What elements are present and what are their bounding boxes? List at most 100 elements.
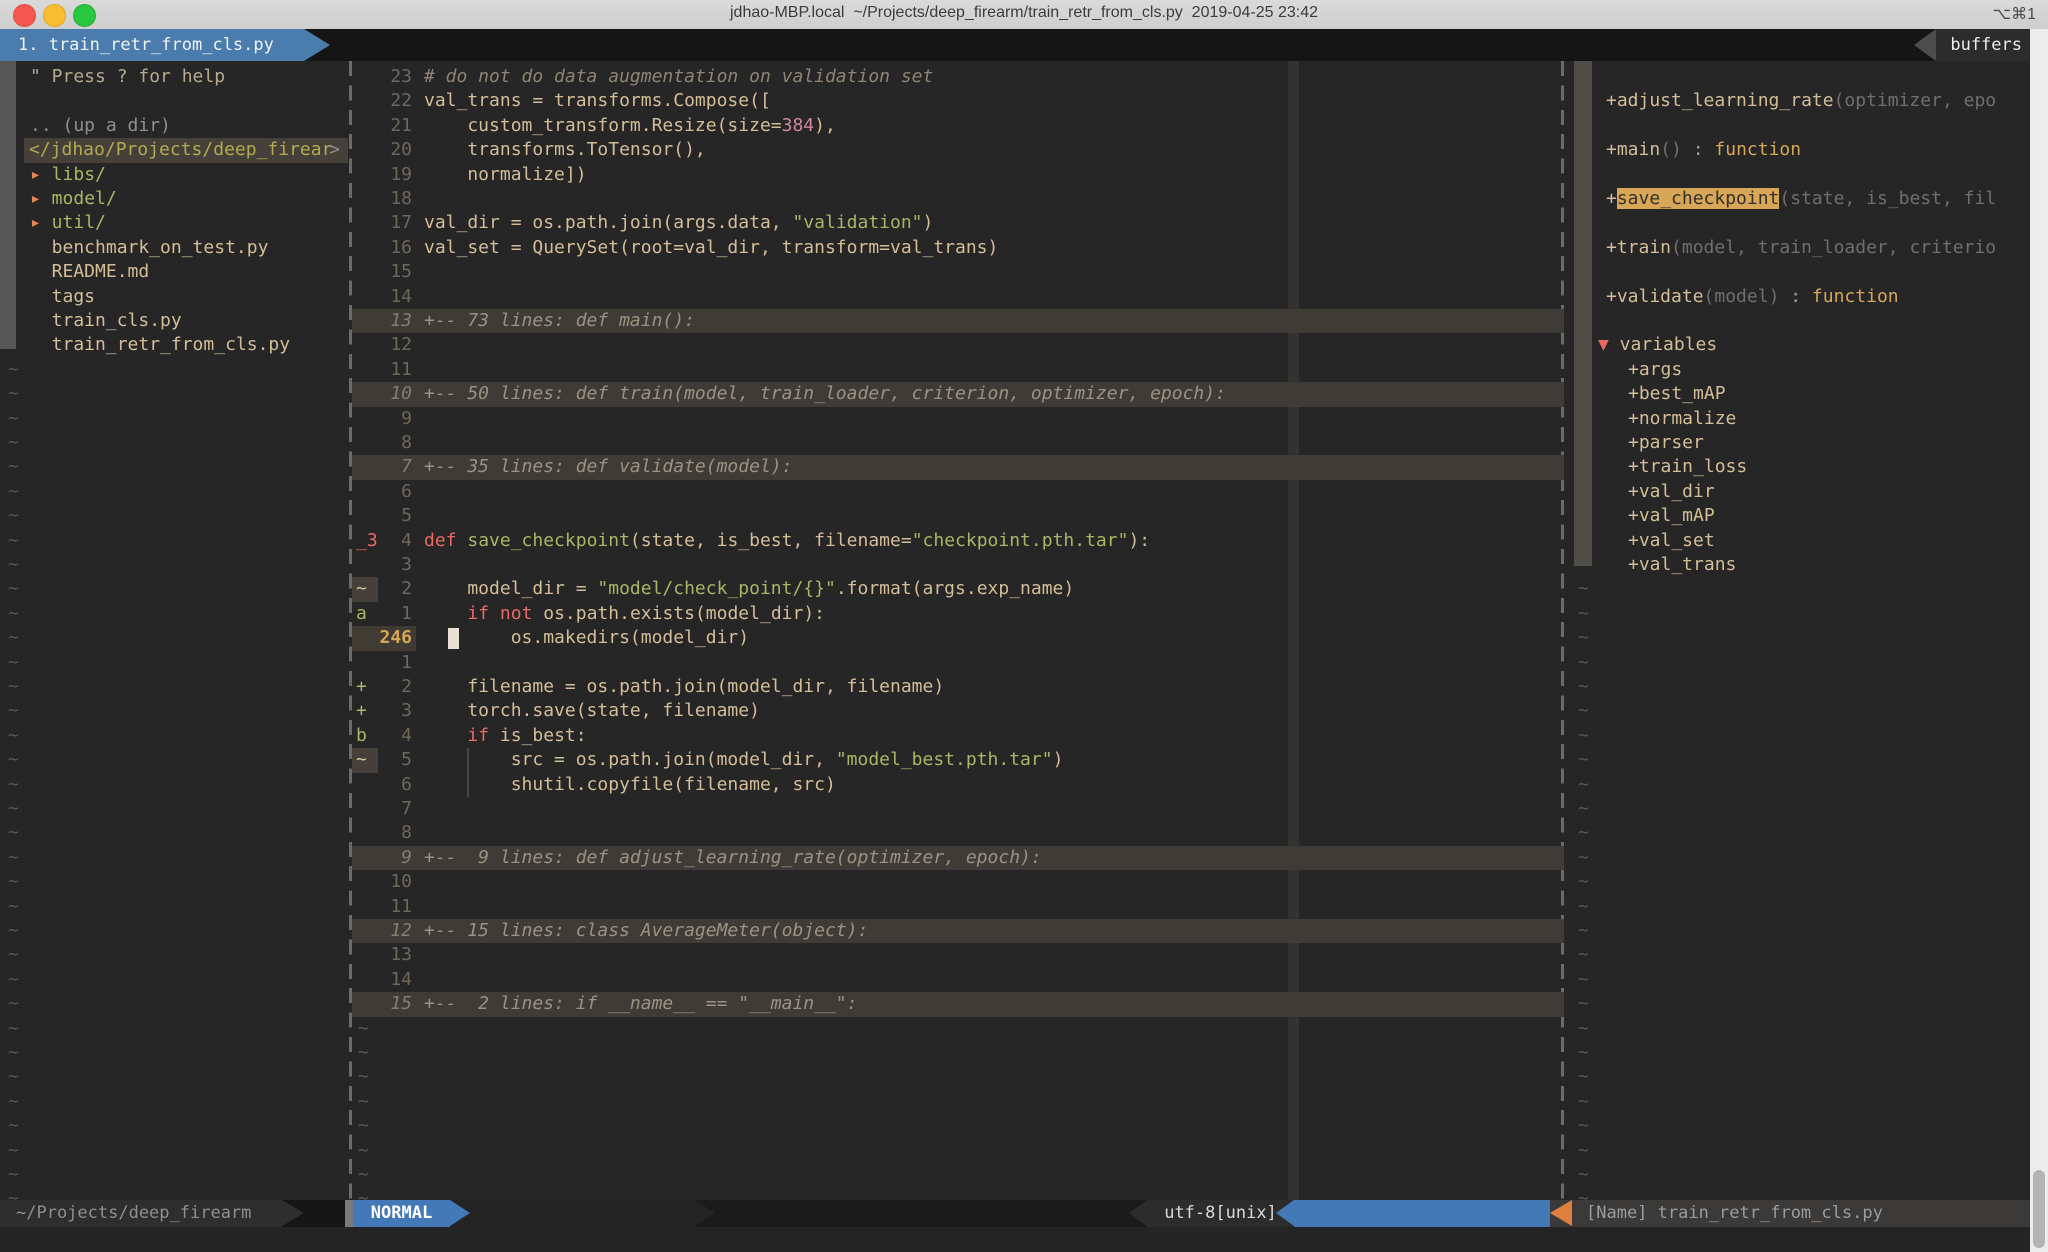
code-line[interactable]: 14 bbox=[352, 968, 1564, 992]
code-line[interactable]: 16val_set = QuerySet(root=val_dir, trans… bbox=[352, 236, 1564, 260]
tagbar-variable-item[interactable]: +val_set bbox=[1564, 529, 2048, 553]
code-line[interactable]: 7 bbox=[352, 797, 1564, 821]
code-line[interactable]: 8 bbox=[352, 431, 1564, 455]
tree-item-directory[interactable]: ▸ model/ bbox=[0, 187, 352, 211]
empty-line-tilde: ~ bbox=[1564, 992, 2048, 1016]
empty-line-tilde: ~ bbox=[1564, 870, 2048, 894]
code-line[interactable]: 13 bbox=[352, 943, 1564, 967]
tagbar-variable-item[interactable]: +args bbox=[1564, 358, 2048, 382]
statusline-filename: train_retr_from_cls.py python bbox=[695, 1200, 1147, 1227]
line-number: 4 bbox=[378, 724, 412, 748]
tagbar-variable-item[interactable]: +val_mAP bbox=[1564, 504, 2048, 528]
code-line[interactable]: 11 bbox=[352, 358, 1564, 382]
gutter-sign: + bbox=[352, 675, 378, 699]
code-line[interactable]: 17val_dir = os.path.join(args.data, "val… bbox=[352, 211, 1564, 235]
code-line[interactable]: 9 bbox=[352, 407, 1564, 431]
empty-line-tilde: ~ bbox=[1564, 1163, 2048, 1187]
line-number: 16 bbox=[378, 236, 412, 260]
tagbar-variable-item[interactable]: +parser bbox=[1564, 431, 2048, 455]
code-line[interactable]: +2 filename = os.path.join(model_dir, fi… bbox=[352, 675, 1564, 699]
tagbar-function-item[interactable]: +main() : function bbox=[1564, 138, 2048, 162]
tagbar-function-item[interactable]: +adjust_learning_rate(optimizer, epo> bbox=[1564, 89, 2048, 113]
code-line[interactable]: 5 bbox=[352, 504, 1564, 528]
empty-line-tilde: ~ bbox=[352, 1065, 1564, 1089]
code-line[interactable]: 1 bbox=[352, 651, 1564, 675]
empty-line-tilde: ~ bbox=[0, 724, 352, 748]
tagbar-variable-item[interactable]: +train_loss bbox=[1564, 455, 2048, 479]
code-line[interactable]: 6 shutil.copyfile(filename, src) bbox=[352, 773, 1564, 797]
code-line[interactable]: 3 bbox=[352, 553, 1564, 577]
empty-line-tilde: ~ bbox=[0, 577, 352, 601]
empty-line-tilde: ~ bbox=[1564, 602, 2048, 626]
tree-item-directory[interactable]: ▸ libs/ bbox=[0, 163, 352, 187]
code-line[interactable]: 21 custom_transform.Resize(size=384), bbox=[352, 114, 1564, 138]
code-fold-line[interactable]: 9+-- 9 lines: def adjust_learning_rate(o… bbox=[352, 846, 1564, 870]
code-line[interactable]: 22val_trans = transforms.Compose([ bbox=[352, 89, 1564, 113]
buffers-tab[interactable]: buffers bbox=[1914, 29, 2048, 61]
tagbar-variable-item[interactable]: +val_dir bbox=[1564, 480, 2048, 504]
empty-line-tilde: ~ bbox=[1564, 943, 2048, 967]
code-line[interactable]: 12 bbox=[352, 333, 1564, 357]
line-number: 12 bbox=[378, 919, 412, 943]
code-fold-line[interactable]: 12+-- 15 lines: class AverageMeter(objec… bbox=[352, 919, 1564, 943]
code-line[interactable]: ~5 src = os.path.join(model_dir, "model_… bbox=[352, 748, 1564, 772]
tagbar-section-variables[interactable]: ▼ variables bbox=[1564, 333, 2048, 357]
tagbar-function-item[interactable]: +save_checkpoint(state, is_best, fil> bbox=[1564, 187, 2048, 211]
folder-collapsed-icon: ▸ bbox=[30, 212, 41, 233]
code-line[interactable]: a1 if not os.path.exists(model_dir): bbox=[352, 602, 1564, 626]
code-line[interactable]: 246 os.makedirs(model_dir) bbox=[352, 626, 1564, 650]
line-number: 13 bbox=[378, 943, 412, 967]
truncation-marker: > bbox=[329, 138, 340, 162]
tagbar-variable-item[interactable]: +normalize bbox=[1564, 407, 2048, 431]
tree-item-file[interactable]: tags bbox=[0, 285, 352, 309]
tagbar-variable-item[interactable]: +val_trans bbox=[1564, 553, 2048, 577]
tab-train-retr-from-cls[interactable]: 1. train_retr_from_cls.py bbox=[0, 29, 330, 61]
code-fold-line[interactable]: 13+-- 73 lines: def main(): bbox=[352, 309, 1564, 333]
empty-line-tilde: ~ bbox=[0, 1065, 352, 1089]
line-number: 4 bbox=[378, 529, 412, 553]
tree-item-file[interactable]: README.md bbox=[0, 260, 352, 284]
tagbar-variable-item[interactable]: +best_mAP bbox=[1564, 382, 2048, 406]
code-line[interactable]: 11 bbox=[352, 895, 1564, 919]
code-line[interactable]: 15 bbox=[352, 260, 1564, 284]
code-line[interactable]: 23# do not do data augmentation on valid… bbox=[352, 65, 1564, 89]
powerline-separator-icon bbox=[282, 1200, 304, 1226]
line-number: 3 bbox=[378, 699, 412, 723]
code-line[interactable]: b4 if is_best: bbox=[352, 724, 1564, 748]
line-number: 11 bbox=[378, 358, 412, 382]
tree-item-file[interactable]: train_cls.py bbox=[0, 309, 352, 333]
tagbar-function-item[interactable]: +validate(model) : function bbox=[1564, 285, 2048, 309]
scrollbar-thumb[interactable] bbox=[2033, 1170, 2045, 1248]
code-line[interactable]: ~2 model_dir = "model/check_point/{}".fo… bbox=[352, 577, 1564, 601]
code-line[interactable]: 18 bbox=[352, 187, 1564, 211]
tree-item-directory[interactable]: ▸ util/ bbox=[0, 211, 352, 235]
code-line[interactable]: _34def save_checkpoint(state, is_best, f… bbox=[352, 529, 1564, 553]
tagbar-function-item[interactable]: +train(model, train_loader, criterio> bbox=[1564, 236, 2048, 260]
empty-line-tilde: ~ bbox=[1564, 846, 2048, 870]
nerdtree-up-dir[interactable]: .. (up a dir) bbox=[0, 114, 352, 138]
code-line[interactable]: 8 bbox=[352, 821, 1564, 845]
code-fold-line[interactable]: 15+-- 2 lines: if __name__ == "__main__"… bbox=[352, 992, 1564, 1016]
tree-item-file[interactable]: benchmark_on_test.py bbox=[0, 236, 352, 260]
line-number: 21 bbox=[378, 114, 412, 138]
code-line[interactable]: 10 bbox=[352, 870, 1564, 894]
code-line[interactable]: +3 torch.save(state, filename) bbox=[352, 699, 1564, 723]
empty-line-tilde: ~ bbox=[352, 1114, 1564, 1138]
powerline-separator-icon bbox=[1276, 1200, 1294, 1226]
code-line[interactable]: 19 normalize]) bbox=[352, 163, 1564, 187]
code-line[interactable]: 6 bbox=[352, 480, 1564, 504]
nerdtree-root-path[interactable]: </jdhao/Projects/deep_firear> bbox=[24, 138, 348, 162]
empty-line-tilde: ~ bbox=[0, 992, 352, 1016]
code-line[interactable]: 14 bbox=[352, 285, 1564, 309]
scrollbar-track[interactable] bbox=[2030, 29, 2048, 1252]
empty-line-tilde: ~ bbox=[1564, 968, 2048, 992]
tree-item-file[interactable]: train_retr_from_cls.py bbox=[0, 333, 352, 357]
code-line[interactable]: 20 transforms.ToTensor(), bbox=[352, 138, 1564, 162]
line-number: 11 bbox=[378, 895, 412, 919]
empty-line-tilde: ~ bbox=[1564, 1041, 2048, 1065]
gutter-sign: _3 bbox=[352, 529, 378, 553]
empty-line-tilde: ~ bbox=[1564, 797, 2048, 821]
line-number: 10 bbox=[378, 870, 412, 894]
code-fold-line[interactable]: 10+-- 50 lines: def train(model, train_l… bbox=[352, 382, 1564, 406]
code-fold-line[interactable]: 7+-- 35 lines: def validate(model): bbox=[352, 455, 1564, 479]
